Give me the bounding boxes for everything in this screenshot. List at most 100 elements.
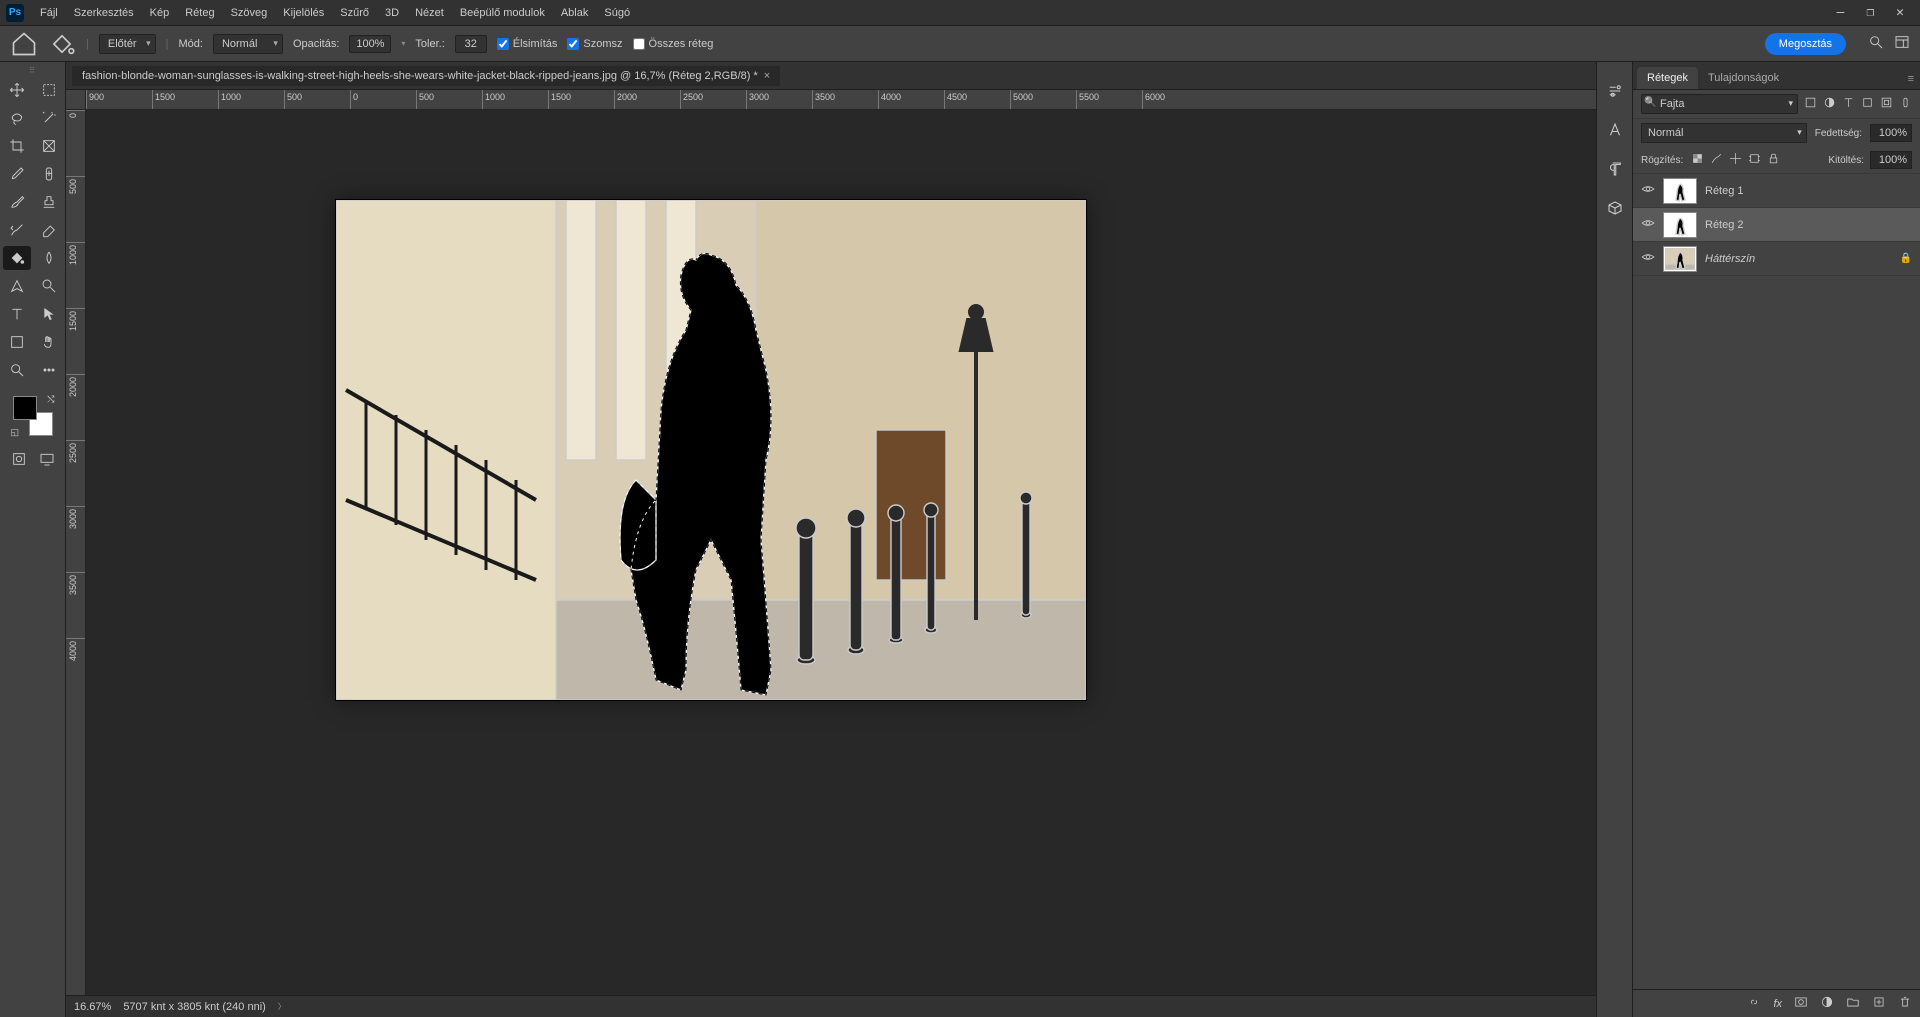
lock-pixels-icon[interactable] <box>1691 152 1704 168</box>
type-tool-icon[interactable] <box>3 302 31 326</box>
filter-pixel-icon[interactable] <box>1804 96 1817 112</box>
status-menu-arrow-icon[interactable]: 〉 <box>278 1001 286 1012</box>
link-layers-icon[interactable] <box>1747 995 1761 1012</box>
fill-source-select[interactable]: Előtér <box>99 34 156 54</box>
lock-all-icon[interactable] <box>1767 152 1780 168</box>
eraser-tool-icon[interactable] <box>35 218 63 242</box>
layer-fill-input[interactable]: 100% <box>1870 151 1912 169</box>
shape-tool-icon[interactable] <box>3 330 31 354</box>
layer-thumbnail[interactable] <box>1663 212 1697 238</box>
layer-thumbnail[interactable] <box>1663 178 1697 204</box>
properties-tab[interactable]: Tulajdonságok <box>1698 67 1789 89</box>
menu-item[interactable]: Szöveg <box>223 7 276 19</box>
lock-artboard-icon[interactable] <box>1748 152 1761 168</box>
visibility-toggle-icon[interactable] <box>1641 216 1655 233</box>
menu-item[interactable]: 3D <box>377 7 407 19</box>
frame-tool-icon[interactable] <box>35 134 63 158</box>
brush-tool-icon[interactable] <box>3 190 31 214</box>
zoom-tool-icon[interactable] <box>3 358 31 382</box>
lasso-tool-icon[interactable] <box>3 106 31 130</box>
move-tool-icon[interactable] <box>3 78 31 102</box>
stamp-tool-icon[interactable] <box>35 190 63 214</box>
close-tab-icon[interactable]: × <box>764 70 770 82</box>
healing-tool-icon[interactable] <box>35 162 63 186</box>
delete-layer-icon[interactable] <box>1898 995 1912 1012</box>
layer-row[interactable]: Réteg 2 <box>1633 208 1920 242</box>
3d-panel-icon[interactable] <box>1606 199 1624 220</box>
swap-colors-icon[interactable]: ⤭ <box>47 394 54 405</box>
close-button[interactable]: ✕ <box>1896 5 1904 20</box>
path-select-tool-icon[interactable] <box>35 302 63 326</box>
character-panel-icon[interactable] <box>1606 121 1624 142</box>
workspace-icon[interactable] <box>1894 34 1910 53</box>
menu-item[interactable]: Nézet <box>407 7 452 19</box>
menu-item[interactable]: Szűrő <box>332 7 377 19</box>
default-colors-icon[interactable]: ◱ <box>11 427 20 438</box>
menu-item[interactable]: Kép <box>142 7 178 19</box>
layer-fx-icon[interactable]: fx <box>1773 998 1782 1010</box>
properties-icon[interactable] <box>1606 82 1624 103</box>
layer-name[interactable]: Réteg 2 <box>1705 219 1912 231</box>
layer-blend-mode-select[interactable]: Normál <box>1641 123 1807 143</box>
new-layer-icon[interactable] <box>1872 995 1886 1012</box>
marquee-tool-icon[interactable] <box>35 78 63 102</box>
crop-tool-icon[interactable] <box>3 134 31 158</box>
filter-type-icon[interactable] <box>1842 96 1855 112</box>
history-brush-tool-icon[interactable] <box>3 218 31 242</box>
foreground-color-swatch[interactable] <box>13 396 37 420</box>
group-layers-icon[interactable] <box>1846 995 1860 1012</box>
contiguous-checkbox[interactable]: Szomsz <box>567 38 622 50</box>
filter-shape-icon[interactable] <box>1861 96 1874 112</box>
layer-opacity-input[interactable]: 100% <box>1870 124 1912 142</box>
search-icon[interactable] <box>1868 34 1884 53</box>
eyedropper-tool-icon[interactable] <box>3 162 31 186</box>
menu-item[interactable]: Kijelölés <box>275 7 332 19</box>
adjustment-layer-icon[interactable] <box>1820 995 1834 1012</box>
zoom-level[interactable]: 16.67% <box>74 1001 111 1013</box>
layer-name[interactable]: Háttérszín <box>1705 253 1892 265</box>
lock-position-icon[interactable] <box>1729 152 1742 168</box>
menu-item[interactable]: Ablak <box>553 7 597 19</box>
paragraph-panel-icon[interactable] <box>1606 160 1624 181</box>
screenmode-icon[interactable] <box>36 448 58 470</box>
menu-item[interactable]: Réteg <box>177 7 222 19</box>
opacity-input[interactable]: 100% <box>349 35 391 53</box>
canvas[interactable] <box>336 200 1086 700</box>
hand-tool-icon[interactable] <box>35 330 63 354</box>
menu-item[interactable]: Súgó <box>596 7 638 19</box>
panel-menu-icon[interactable]: ≡ <box>1902 69 1920 89</box>
lock-brush-icon[interactable] <box>1710 152 1723 168</box>
home-icon[interactable] <box>10 30 38 58</box>
layer-row[interactable]: Háttérszín🔒 <box>1633 242 1920 276</box>
color-swatches[interactable]: ⤭ ◱ <box>13 396 53 436</box>
minimize-button[interactable]: — <box>1837 5 1845 20</box>
bucket-tool-icon[interactable] <box>3 246 31 270</box>
layer-filter-search[interactable]: Fajta▾ <box>1641 94 1798 114</box>
quickmask-icon[interactable] <box>8 448 30 470</box>
dodge-tool-icon[interactable] <box>35 274 63 298</box>
blend-mode-select[interactable]: Normál <box>213 34 283 54</box>
filter-smart-icon[interactable] <box>1880 96 1893 112</box>
tolerance-input[interactable]: 32 <box>455 35 487 53</box>
layer-thumbnail[interactable] <box>1663 246 1697 272</box>
visibility-toggle-icon[interactable] <box>1641 250 1655 267</box>
pen-tool-icon[interactable] <box>3 274 31 298</box>
layer-mask-icon[interactable] <box>1794 995 1808 1012</box>
canvas-viewport[interactable]: 9001500100050005001000150020002500300035… <box>66 90 1596 995</box>
magic-wand-tool-icon[interactable] <box>35 106 63 130</box>
layer-name[interactable]: Réteg 1 <box>1705 185 1912 197</box>
bucket-tool-icon[interactable] <box>48 30 76 58</box>
menu-item[interactable]: Fájl <box>32 7 66 19</box>
layer-row[interactable]: Réteg 1 <box>1633 174 1920 208</box>
layers-tab[interactable]: Rétegek <box>1637 67 1698 89</box>
document-tab[interactable]: fashion-blonde-woman-sunglasses-is-walki… <box>72 66 780 86</box>
panel-drag-handle[interactable]: ⠿ <box>0 66 65 74</box>
menu-item[interactable]: Beépülő modulok <box>452 7 553 19</box>
blur-tool-icon[interactable] <box>35 246 63 270</box>
visibility-toggle-icon[interactable] <box>1641 182 1655 199</box>
filter-toggle-icon[interactable] <box>1899 96 1912 112</box>
all-layers-checkbox[interactable]: Összes réteg <box>633 38 714 50</box>
filter-adjust-icon[interactable] <box>1823 96 1836 112</box>
maximize-button[interactable]: ❐ <box>1866 5 1874 20</box>
more-tools-icon[interactable] <box>35 358 63 382</box>
